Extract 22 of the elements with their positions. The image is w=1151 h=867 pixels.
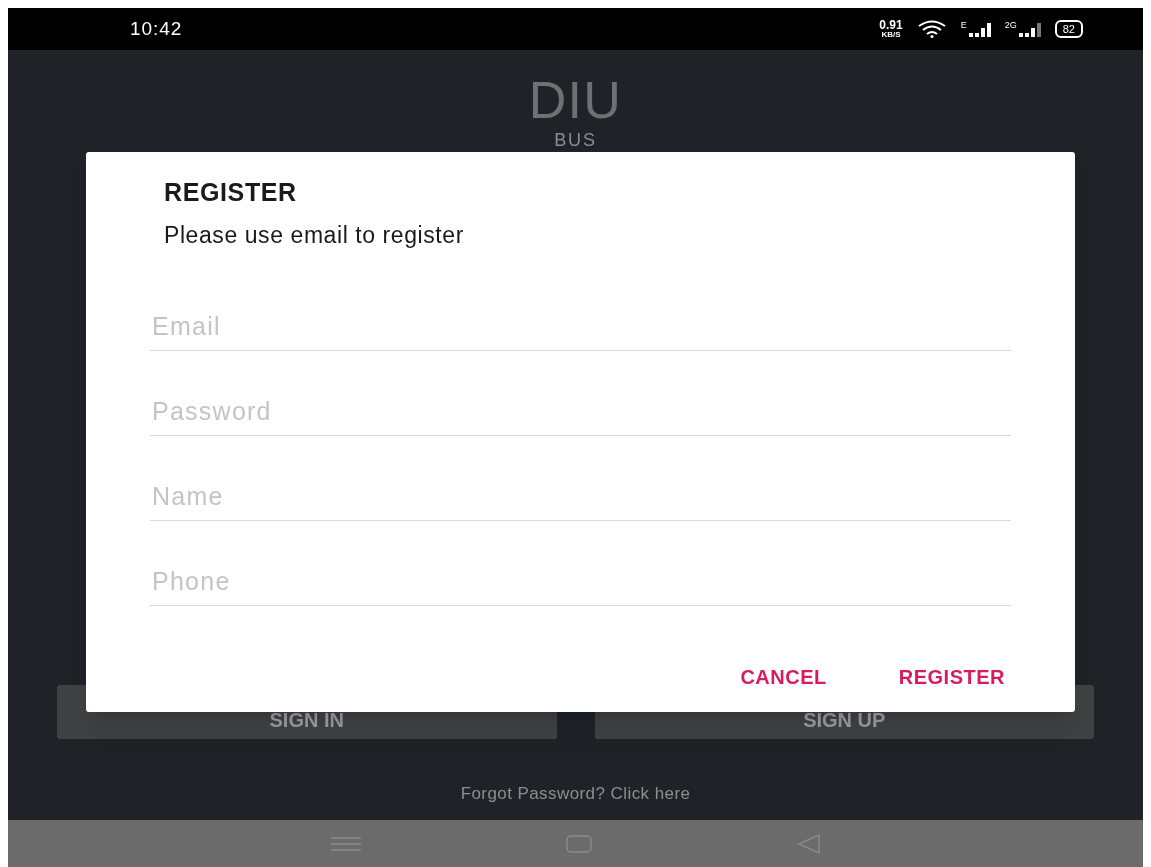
input-field[interactable]: Password: [150, 379, 1011, 436]
status-time: 10:42: [130, 16, 183, 41]
back-icon[interactable]: [796, 833, 821, 854]
dialog-message: Please use email to register: [164, 220, 465, 250]
home-icon[interactable]: [565, 834, 592, 853]
register-button[interactable]: REGISTER: [892, 652, 1011, 702]
app-logo: DIU: [528, 74, 623, 126]
dialog-title: REGISTER: [164, 177, 298, 208]
speed-unit: KB/S: [881, 31, 901, 39]
wifi-icon: [916, 20, 947, 38]
app-subtitle: BUS: [554, 130, 597, 150]
input-field[interactable]: Phone: [150, 549, 1011, 606]
battery-indicator: 82: [1054, 20, 1083, 38]
signal-icon: [968, 21, 991, 37]
network-type: 2G: [1004, 21, 1017, 30]
input-field[interactable]: Name: [150, 464, 1011, 521]
signal-icon: [1018, 21, 1041, 37]
input-field[interactable]: Email: [150, 294, 1011, 351]
network-speed: 0.91: [879, 19, 903, 31]
forgot-password-link[interactable]: Forgot Password? Click here: [460, 780, 691, 806]
cancel-button[interactable]: CANCEL: [734, 652, 833, 702]
network-type: E: [960, 21, 967, 30]
